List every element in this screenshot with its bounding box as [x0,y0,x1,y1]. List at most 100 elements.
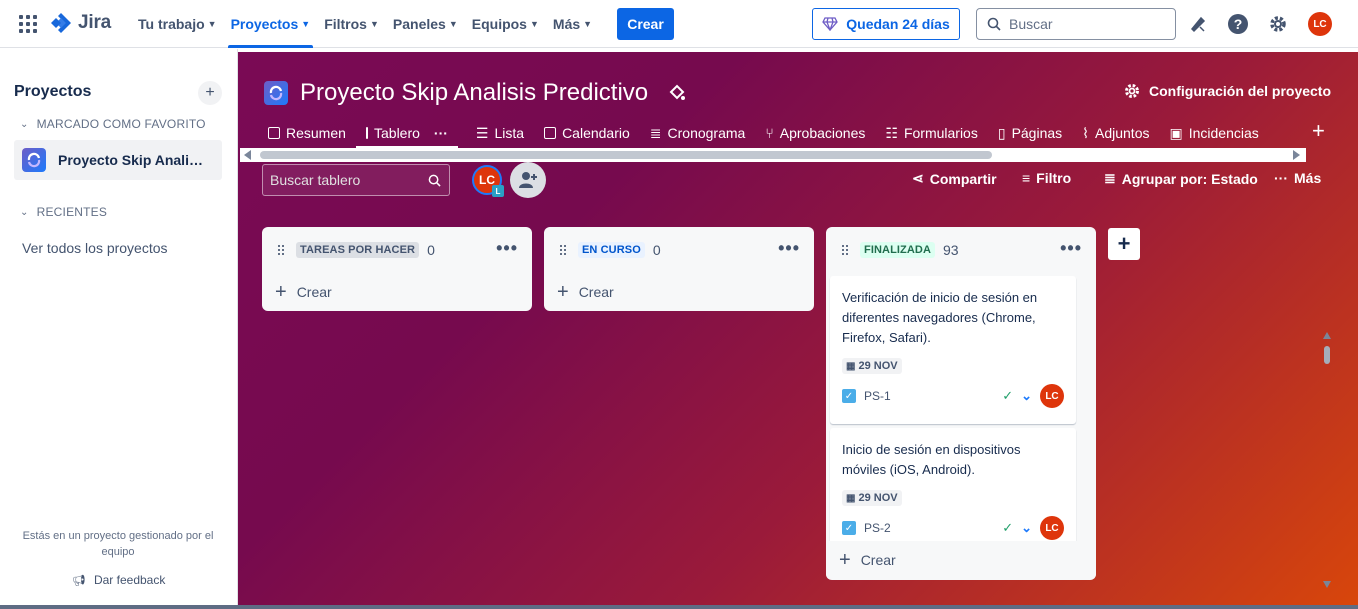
drag-handle-icon[interactable] [560,245,566,255]
recent-section-toggle[interactable]: ⌄ RECIENTES [20,205,107,219]
issue-card[interactable]: Inicio de sesión en dispositivos móviles… [830,428,1076,548]
app-switcher-icon[interactable] [19,15,37,33]
menu-label: Paneles [392,16,446,32]
scroll-left-icon[interactable] [244,150,251,160]
more-options-button[interactable]: ··· Más [1274,170,1321,186]
due-date: 29 NOV [858,360,898,372]
recent-label: RECIENTES [36,205,108,219]
view-all-projects-link[interactable]: Ver todos los proyectos [22,240,168,256]
more-icon: ··· [1274,170,1288,186]
chevron-down-icon: ▼ [301,19,311,29]
tab-tablero[interactable]: Tablero ··· [355,118,458,148]
theme-paint-icon[interactable] [668,83,686,104]
board-search-input[interactable]: Buscar tablero [262,164,450,196]
project-settings-button[interactable]: Configuración del proyecto [1123,82,1331,100]
user-avatar[interactable]: LC [1308,12,1332,36]
add-column-button[interactable]: + [1108,228,1140,260]
add-people-button[interactable] [510,162,546,198]
create-button[interactable]: Crear [617,8,674,40]
priority-low-icon: ⌄ [1021,520,1032,535]
menu-label: Proyectos [230,16,299,32]
scroll-right-icon[interactable] [1293,150,1300,160]
add-tab-icon[interactable]: + [1312,118,1325,144]
column-header[interactable]: TAREAS POR HACER 0 ••• [262,227,532,273]
column-more-icon[interactable]: ••• [496,239,518,257]
jira-logo[interactable]: Jira [50,12,111,34]
sidebar-item-project[interactable]: Proyecto Skip Analisis Predictivo [14,140,222,180]
tab-adjuntos[interactable]: ⌇ Adjuntos [1072,118,1159,148]
drag-handle-icon[interactable] [278,245,284,255]
main-menu: Tu trabajo ▼ Proyectos ▼ Filtros ▼ Paneles ▼… [131,0,599,48]
menu-paneles[interactable]: Paneles ▼ [386,0,465,48]
tab-resumen[interactable]: Resumen [258,118,356,148]
assignee-avatar[interactable]: LC [1040,384,1064,408]
issue-card[interactable]: Verificación de inicio de sesión en dife… [830,276,1076,424]
tab-incidencias[interactable]: ▣ Incidencias [1159,118,1268,148]
group-by-button[interactable]: ≣ Agrupar por: Estado [1104,170,1258,187]
chevron-down-icon: ▼ [583,19,593,29]
share-button[interactable]: ⋖ Compartir [912,170,997,187]
avatar-badge: L [492,185,504,197]
share-icon: ⋖ [912,170,924,186]
tab-cronograma[interactable]: ≣ Cronograma [640,118,756,148]
menu-tu-trabajo[interactable]: Tu trabajo ▼ [131,0,224,48]
more-icon[interactable]: ··· [434,125,448,141]
help-icon[interactable]: ? [1226,12,1250,36]
tab-lista[interactable]: ☰ Lista [466,118,534,148]
due-date: 29 NOV [858,492,898,504]
card-footer: ✓ PS-1 ✓ ⌄ LC [842,384,1064,408]
filter-button[interactable]: ≡ Filtro [1022,170,1071,186]
scrollbar-thumb[interactable] [260,151,992,159]
column-more-icon[interactable]: ••• [1060,239,1082,257]
menu-label: Más [552,16,581,32]
settings-gear-icon[interactable] [1266,12,1290,36]
tab-formularios[interactable]: ☷ Formularios [875,118,987,148]
sidebar: Proyectos + ⌄ MARCADO COMO FAVORITO Proy… [0,49,238,605]
menu-equipos[interactable]: Equipos ▼ [465,0,546,48]
column-vertical-scrollbar[interactable] [1323,332,1331,588]
tab-label: Aprobaciones [779,125,866,141]
tab-aprobaciones[interactable]: ⑂ Aprobaciones [755,118,875,148]
summary-icon [268,127,280,139]
tab-label: Resumen [286,125,346,141]
share-label: Compartir [929,170,997,187]
attachments-icon: ⌇ [1082,124,1089,141]
feedback-label: Dar feedback [93,573,166,587]
tab-calendario[interactable]: Calendario [534,118,640,148]
column-create-button[interactable]: + Crear [262,273,532,311]
global-search-input[interactable]: Buscar [976,8,1176,40]
done-check-icon: ✓ [1002,520,1014,535]
add-project-button[interactable]: + [198,81,222,105]
project-icon [264,81,288,105]
tab-label: Cronograma [667,125,746,141]
drag-handle-icon[interactable] [842,245,848,255]
favorites-label: MARCADO COMO FAVORITO [36,117,206,131]
board-assignee-avatar[interactable]: LC L [472,165,504,197]
trial-label: Quedan 24 días [846,16,950,32]
pages-icon: ▯ [997,124,1006,141]
board-column-todo: TAREAS POR HACER 0 ••• + Crear [262,227,532,311]
tabs-horizontal-scrollbar[interactable] [240,148,1306,162]
menu-filtros[interactable]: Filtros ▼ [317,0,386,48]
tab-label: Lista [494,125,525,141]
menu-mas[interactable]: Más ▼ [546,0,599,48]
trial-button[interactable]: Quedan 24 días [812,8,960,40]
menu-proyectos[interactable]: Proyectos ▼ [224,0,318,48]
chevron-down-icon: ▼ [207,19,217,29]
jira-logo-text: Jira [78,12,112,33]
feedback-link[interactable]: 📢︎ Dar feedback [72,573,165,587]
column-header[interactable]: FINALIZADA 93 ••• [826,227,1096,273]
assignee-avatar[interactable]: LC [1040,516,1064,540]
notifications-icon[interactable] [1186,12,1210,36]
column-create-button[interactable]: + Crear [544,273,814,311]
column-more-icon[interactable]: ••• [778,239,800,257]
add-person-icon [519,172,537,188]
menu-label: Filtros [324,16,367,32]
column-header[interactable]: EN CURSO 0 ••• [544,227,814,273]
column-status-lozenge: FINALIZADA [860,242,935,258]
column-create-button[interactable]: + Crear [826,541,1096,579]
column-count: 93 [943,242,959,258]
tab-paginas[interactable]: ▯ Páginas [988,118,1072,148]
column-count: 0 [427,242,435,258]
favorites-section-toggle[interactable]: ⌄ MARCADO COMO FAVORITO [20,117,206,131]
